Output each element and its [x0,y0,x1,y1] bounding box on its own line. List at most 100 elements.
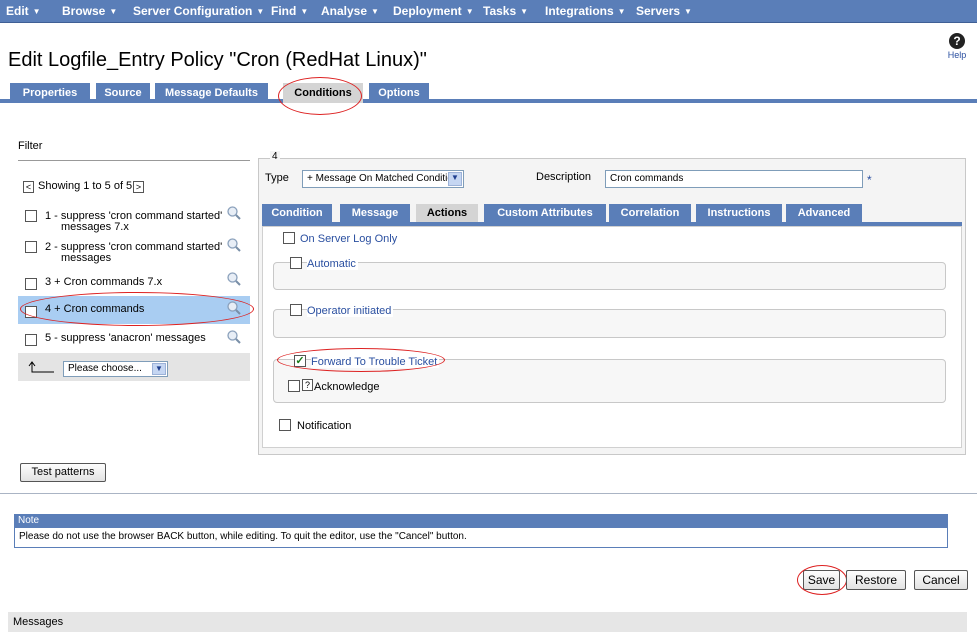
next-page-button[interactable]: > [133,181,144,193]
tab-message-defaults[interactable]: Message Defaults [155,83,268,103]
page-title: Edit Logfile_Entry Policy "Cron (RedHat … [8,49,427,71]
automatic-group [273,262,946,290]
subtab-custom-attributes[interactable]: Custom Attributes [484,204,606,222]
chevron-down-icon: ▼ [256,7,265,16]
help-label: Help [947,50,967,60]
chevron-down-icon: ▼ [300,7,309,16]
server-log-only-checkbox[interactable] [283,232,295,244]
chevron-down-icon: ▼ [520,7,529,16]
automatic-label: Automatic [307,258,358,270]
magnifier-icon[interactable] [226,205,242,221]
notification-checkbox[interactable] [279,419,291,431]
menu-integrations-label: Integrations [545,4,614,18]
section-divider [0,493,977,494]
condition-checkbox-5[interactable] [25,334,37,346]
condition-number: 4 [270,151,280,162]
menu-server-configuration[interactable]: Server Configuration ▼ [133,0,264,23]
condition-checkbox-2[interactable] [25,241,37,253]
type-select[interactable]: + Message On Matched Condition ▼ [302,170,464,188]
restore-button[interactable]: Restore [846,570,906,590]
forward-trouble-ticket-checkbox[interactable]: ✓ [294,355,306,367]
filter-divider [18,160,250,161]
operator-initiated-label: Operator initiated [307,305,394,317]
description-input[interactable]: Cron commands [605,170,863,188]
menu-edit[interactable]: Edit ▼ [6,0,41,23]
tab-properties[interactable]: Properties [10,83,90,103]
required-indicator: * [867,173,872,187]
magnifier-icon[interactable] [226,271,242,287]
menu-browse-label: Browse [62,4,106,18]
help-icon: ? [949,33,965,49]
subtab-instructions[interactable]: Instructions [696,204,782,222]
menu-deployment-label: Deployment [393,4,462,18]
type-label: Type [265,172,289,184]
tab-source[interactable]: Source [96,83,150,103]
notification-label: Notification [297,420,352,432]
subtab-condition[interactable]: Condition [262,204,332,222]
chevron-down-icon: ▼ [32,7,41,16]
magnifier-icon[interactable] [226,329,242,345]
type-select-value: + Message On Matched Condition [307,173,459,184]
cancel-button[interactable]: Cancel [914,570,968,590]
acknowledge-help-icon: ? [302,379,313,391]
tab-options[interactable]: Options [369,83,429,103]
server-log-only-label: On Server Log Only [300,233,398,245]
condition-checkbox-1[interactable] [25,210,37,222]
menu-integrations[interactable]: Integrations ▼ [545,0,626,23]
tab-conditions[interactable]: Conditions [283,83,363,103]
list-item-label: messages [61,252,112,264]
menu-servers[interactable]: Servers ▼ [636,0,692,23]
list-item[interactable]: 4 + Cron commands [45,304,225,315]
list-item-label: 5 - suppress 'anacron' messages [45,332,206,344]
list-item[interactable]: 2 - suppress 'cron command started' mess… [45,242,225,264]
filter-label: Filter [18,140,43,152]
magnifier-icon[interactable] [226,237,242,253]
forward-trouble-ticket-label: Forward To Trouble Ticket [311,356,440,368]
bulk-action-select[interactable]: Please choose... ▼ [63,361,168,377]
menu-tasks-label: Tasks [483,4,517,18]
note-header: Note [14,514,948,528]
menu-server-configuration-label: Server Configuration [133,4,253,18]
messages-bar: Messages [8,612,967,632]
menu-tasks[interactable]: Tasks ▼ [483,0,528,23]
condition-checkbox-4[interactable] [25,306,37,318]
test-patterns-button[interactable]: Test patterns [20,463,106,482]
chevron-down-icon: ▼ [465,7,474,16]
main-tab-bar: Properties Source Message Defaults Condi… [0,83,977,103]
showing-count: Showing 1 to 5 of 5 [38,180,133,192]
save-button[interactable]: Save [803,570,840,590]
magnifier-icon[interactable] [226,300,242,316]
subtab-advanced[interactable]: Advanced [786,204,862,222]
menu-servers-label: Servers [636,4,681,18]
menu-find-label: Find [271,4,297,18]
list-item[interactable]: 1 - suppress 'cron command started' mess… [45,211,225,233]
list-item-label: messages 7.x [61,221,129,233]
subtab-message[interactable]: Message [340,204,410,222]
menu-analyse[interactable]: Analyse ▼ [321,0,379,23]
menu-edit-label: Edit [6,4,29,18]
description-label: Description [536,171,592,183]
automatic-checkbox[interactable] [290,257,302,269]
acknowledge-label: Acknowledge [314,381,380,393]
condition-checkbox-3[interactable] [25,278,37,290]
arrow-up-corner-icon [28,361,54,373]
menu-browse[interactable]: Browse ▼ [62,0,117,23]
menu-analyse-label: Analyse [321,4,368,18]
subtab-actions[interactable]: Actions [416,204,478,222]
list-item[interactable]: 3 + Cron commands 7.x [45,277,225,288]
bulk-action-select-value: Please choose... [68,363,142,374]
operator-initiated-checkbox[interactable] [290,304,302,316]
menu-find[interactable]: Find ▼ [271,0,308,23]
chevron-down-icon: ▼ [109,7,118,16]
chevron-down-icon: ▼ [152,363,166,375]
menu-deployment[interactable]: Deployment ▼ [393,0,474,23]
help-button[interactable]: ? Help [945,33,969,60]
acknowledge-checkbox[interactable] [288,380,300,392]
menu-bar: Edit ▼ Browse ▼ Server Configuration ▼ Find… [0,0,977,23]
chevron-down-icon: ▼ [617,7,626,16]
subtab-correlation[interactable]: Correlation [609,204,691,222]
prev-page-button[interactable]: < [23,181,34,193]
note-text: Please do not use the browser BACK butto… [14,528,948,548]
list-item-label: 3 + Cron commands 7.x [45,276,163,288]
list-item[interactable]: 5 - suppress 'anacron' messages [45,333,225,344]
